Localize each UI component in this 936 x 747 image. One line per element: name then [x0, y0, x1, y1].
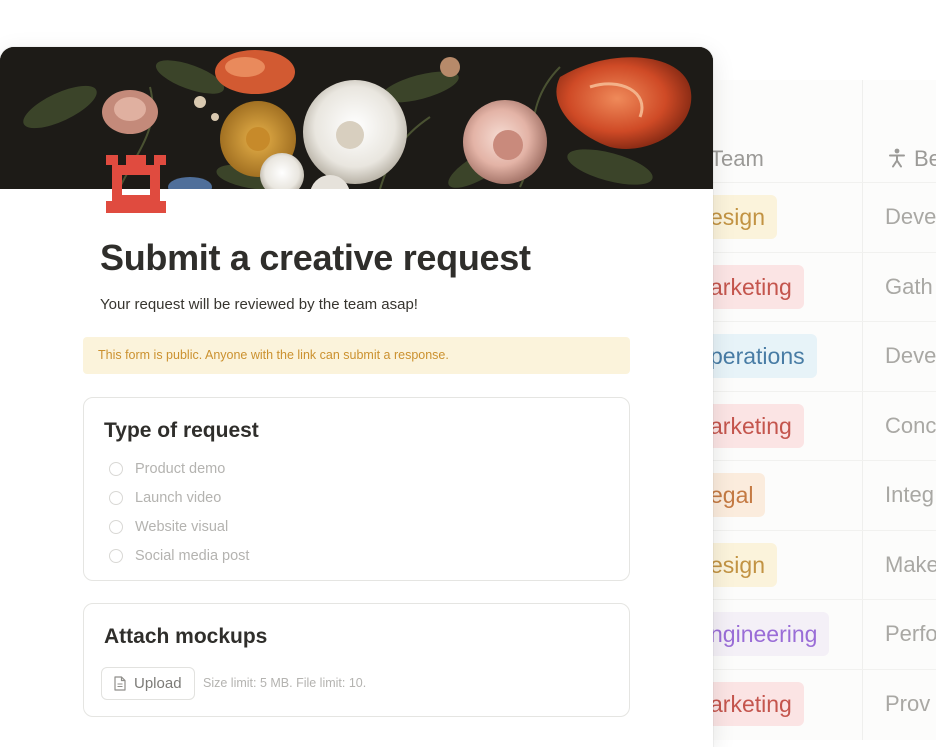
upload-button[interactable]: Upload	[101, 667, 195, 700]
radio-button[interactable]	[109, 491, 123, 505]
public-form-notice: This form is public. Anyone with the lin…	[83, 337, 630, 374]
option-product-demo[interactable]: Product demo	[109, 458, 225, 480]
upload-limit-hint: Size limit: 5 MB. File limit: 10.	[203, 676, 367, 690]
page-description: Your request will be reviewed by the tea…	[100, 296, 418, 313]
second-column-cell: Gath	[885, 273, 933, 299]
second-column-cell: Conc	[885, 412, 936, 438]
second-column-cell: Prov	[885, 690, 931, 716]
upload-button-label: Upload	[134, 675, 182, 692]
page-title: Submit a creative request	[100, 237, 531, 278]
column-header-team[interactable]: Team	[710, 146, 764, 172]
radio-button[interactable]	[109, 520, 123, 534]
radio-button[interactable]	[109, 549, 123, 563]
question-card-attach-mockups: Attach mockups Upload Size limit: 5 MB. …	[83, 603, 630, 717]
person-icon	[889, 148, 905, 168]
column-header-second-label: Be	[914, 146, 936, 171]
second-column-cell: Make	[885, 551, 936, 577]
question-title: Attach mockups	[104, 625, 268, 648]
option-social-media-post[interactable]: Social media post	[109, 545, 249, 567]
radio-button[interactable]	[109, 462, 123, 476]
file-icon	[114, 676, 126, 691]
question-title: Type of request	[104, 419, 259, 442]
option-label: Website visual	[135, 519, 229, 535]
column-header-team-label: Team	[710, 146, 764, 171]
question-card-type-of-request: Type of request Product demo Launch vide…	[83, 397, 630, 581]
option-label: Social media post	[135, 548, 250, 564]
second-column-cell: Deve	[885, 204, 936, 229]
castle-tower-icon	[106, 155, 166, 213]
second-column-cell: Perfo	[885, 621, 936, 646]
option-label: Launch video	[135, 490, 222, 506]
form-card: Submit a creative request Your request w…	[0, 47, 713, 747]
option-launch-video[interactable]: Launch video	[109, 487, 221, 509]
column-header-second[interactable]: Be	[888, 146, 936, 172]
option-label: Product demo	[135, 461, 226, 477]
second-column-cell: Integ	[885, 482, 934, 507]
second-column-cell: Deve	[885, 343, 936, 368]
option-website-visual[interactable]: Website visual	[109, 516, 228, 538]
